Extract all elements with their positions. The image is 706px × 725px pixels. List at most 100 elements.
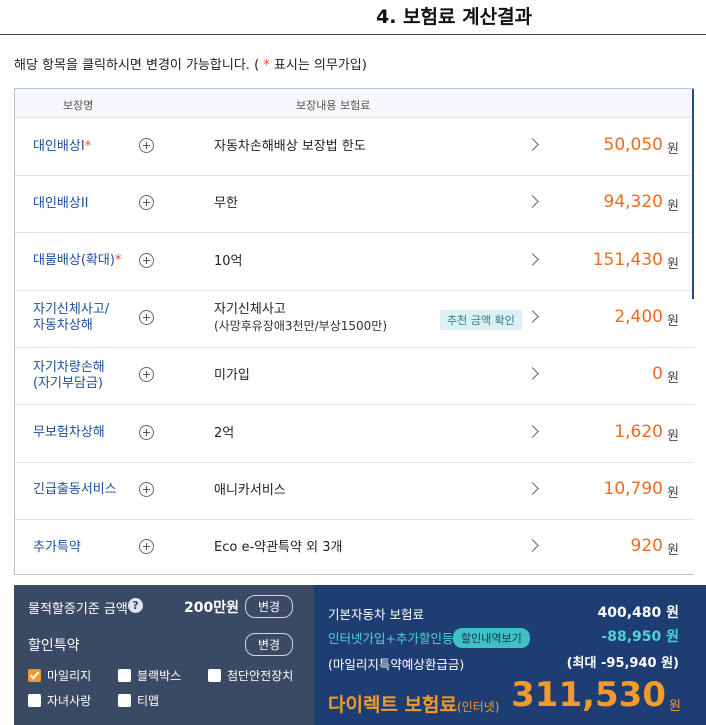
premium-amount: 10,790	[603, 478, 663, 499]
discount-checkbox-label: 첨단안전장치	[227, 669, 294, 683]
table-row[interactable]: 무보험차상해 2억 1,620 원	[15, 405, 694, 463]
notice-text: 해당 항목을 클릭하시면 변경이 가능합니다. ( * 표시는 의무가입)	[14, 54, 367, 73]
page-header: 4. 보험료 계산결과	[0, 0, 706, 35]
coverage-content-text: 애니카서비스	[214, 482, 286, 498]
currency-unit: 원	[667, 485, 679, 501]
chevron-right-icon[interactable]	[526, 252, 539, 266]
table-row[interactable]: 추가특약 Eco e-약관특약 외 3개 920 원	[15, 519, 694, 574]
premium-amount: 1,620	[614, 421, 663, 442]
checkbox-icon[interactable]	[28, 669, 41, 682]
chevron-right-icon[interactable]	[526, 367, 539, 381]
discount-checkbox[interactable]: 첨단안전장치	[208, 667, 293, 684]
notice-before: 해당 항목을 클릭하시면 변경이 가능합니다. (	[14, 58, 264, 73]
property-label: 물적할증기준 금액	[28, 602, 128, 617]
coverage-content-text: 무한	[214, 196, 238, 212]
table-row[interactable]: 자기차량손해 (자기부담금) 미가입 0 원	[15, 347, 694, 406]
help-icon[interactable]: ?	[128, 598, 143, 613]
checkbox-icon[interactable]	[208, 669, 221, 682]
chevron-right-icon[interactable]	[526, 138, 539, 151]
mileage-value: (최대 -95,940 원)	[566, 656, 679, 671]
table-row[interactable]: 긴급출동서비스 애니카서비스 10,790 원	[15, 462, 694, 520]
direct-unit: 원	[669, 699, 681, 714]
discount-label: 할인특약	[28, 638, 80, 654]
table-row[interactable]: 대인배상II 무한 94,320 원	[15, 175, 694, 234]
recommend-badge[interactable]: 추천 금액 확인	[440, 309, 522, 330]
coverage-name: 대물배상(확대)*	[33, 233, 143, 290]
discount-checkbox-label: 티맵	[137, 694, 160, 708]
discount-checkbox-label: 자녀사랑	[47, 694, 92, 708]
discount-checkbox[interactable]: 티맵	[118, 692, 159, 709]
discount-checkbox[interactable]: 블랙박스	[118, 667, 181, 684]
plus-circle-icon[interactable]	[139, 367, 154, 383]
coverage-name: 대인배상I*	[33, 118, 143, 175]
coverage-name-text: 추가특약	[33, 539, 81, 555]
chevron-right-icon[interactable]	[526, 424, 539, 438]
coverage-content-text: 자기신체사고	[214, 302, 286, 318]
page-title: 4. 보험료 계산결과	[376, 6, 533, 28]
chevron-right-icon[interactable]	[526, 539, 539, 552]
discount-checkbox-label: 마일리지	[47, 669, 92, 683]
premium-amount: 151,430	[592, 249, 663, 270]
table-row[interactable]: 대인배상I* 자동차손해배상 보장법 한도 50,050 원	[15, 118, 694, 176]
plus-circle-icon[interactable]	[139, 309, 154, 325]
coverage-name-text: 대인배상II	[33, 195, 89, 211]
required-star: *	[84, 138, 92, 154]
premium-amount: 50,050	[603, 135, 663, 155]
plus-circle-icon[interactable]	[139, 252, 154, 268]
property-change-button[interactable]: 변경	[245, 595, 294, 618]
coverage-content: Eco e-약관특약 외 3개	[214, 519, 434, 574]
chevron-right-icon[interactable]	[526, 195, 539, 209]
discount-checkbox[interactable]: 자녀사랑	[28, 692, 91, 709]
coverage-content-text: Eco e-약관특약 외 3개	[214, 540, 343, 556]
plus-circle-icon[interactable]	[139, 539, 154, 555]
coverage-content: 무한	[214, 175, 434, 232]
coverage-content: 미가입	[214, 347, 434, 404]
discount-checkbox[interactable]: 마일리지	[28, 667, 91, 684]
coverage-content-text: 2억	[214, 425, 235, 441]
direct-label: 다이렉트 보험료(인터넷)	[328, 690, 499, 717]
currency-unit: 원	[667, 142, 679, 157]
plus-circle-icon[interactable]	[139, 481, 154, 497]
coverage-name: 대인배상II	[33, 175, 143, 232]
chevron-right-icon[interactable]	[526, 481, 539, 495]
chevron-right-icon[interactable]	[526, 310, 539, 323]
coverage-content: 애니카서비스	[214, 462, 434, 519]
coverage-content: 10억	[214, 233, 434, 290]
plus-circle-icon[interactable]	[139, 424, 154, 440]
coverage-name: 추가특약	[33, 519, 143, 574]
discount-detail-button[interactable]: 할인내역보기	[453, 628, 530, 648]
coverage-name: 무보험차상해	[33, 405, 143, 462]
discount-change-button[interactable]: 변경	[245, 633, 294, 656]
checkbox-icon[interactable]	[118, 694, 131, 707]
coverage-name-text: 무보험차상해	[33, 425, 105, 440]
plus-circle-icon[interactable]	[139, 138, 154, 153]
coverage-name-text: 대인배상I	[33, 138, 85, 154]
table-row[interactable]: 대물배상(확대)* 10억 151,430 원	[15, 233, 694, 291]
coverage-content-sub: (사망후유장애3천만/부상1500만)	[214, 319, 388, 334]
notice-after: 표시는 의무가입)	[269, 58, 367, 73]
coverage-name-text: 자기신체사고/ 자동차상해	[33, 302, 110, 334]
options-panel: 물적할증기준 금액 ? 200만원 변경 할인특약 변경 마일리지 블랙박스 첨단안…	[14, 585, 314, 725]
plus-circle-icon[interactable]	[139, 195, 154, 211]
online-label: 인터넷가입+추가할인등	[328, 631, 454, 646]
table-edge-bar	[692, 89, 694, 299]
direct-label-text: 다이렉트 보험료	[328, 694, 457, 716]
discount-checkbox-label: 블랙박스	[137, 669, 182, 683]
property-value: 200만원	[184, 600, 239, 616]
checkbox-icon[interactable]	[28, 694, 41, 707]
currency-unit: 원	[667, 313, 679, 329]
base-label: 기본자동차 보험료	[328, 607, 424, 622]
online-value: -88,950 원	[601, 629, 679, 645]
premium-amount: 94,320	[603, 192, 663, 213]
coverage-name: 긴급출동서비스	[33, 462, 143, 519]
column-header-name: 보장명	[63, 99, 94, 112]
checkbox-icon[interactable]	[118, 669, 131, 682]
table-row[interactable]: 자기신체사고/ 자동차상해 자기신체사고 (사망후유장애3천만/부상1500만) 추천…	[15, 290, 694, 348]
table-header: 보장명 보장내용 보험료	[15, 89, 694, 118]
coverage-content-text: 자동차손해배상 보장법 한도	[214, 139, 366, 154]
coverage-name: 자기차량손해 (자기부담금)	[33, 347, 143, 404]
currency-unit: 원	[667, 543, 679, 559]
premium-amount: 920	[630, 536, 663, 557]
direct-value: 311,530	[511, 675, 666, 715]
summary-panel: 기본자동차 보험료 400,480 원 인터넷가입+추가할인등 할인내역보기 -…	[314, 585, 706, 725]
